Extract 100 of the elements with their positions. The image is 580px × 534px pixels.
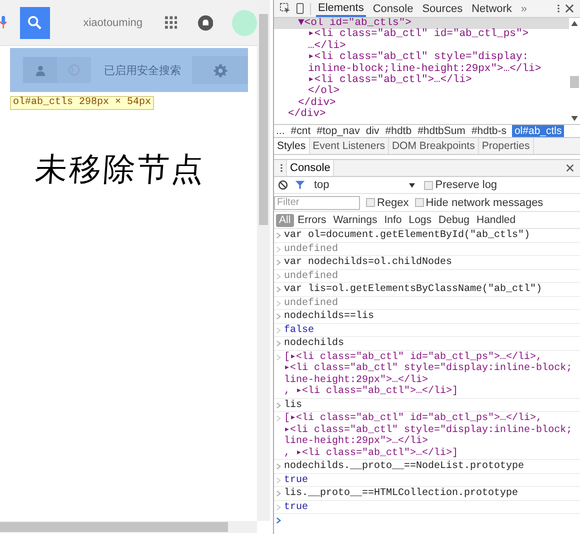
dom-tree-line[interactable]: </div>	[274, 98, 569, 110]
breadcrumb[interactable]: #cnt	[290, 125, 311, 137]
console-command: lis	[284, 400, 302, 411]
log-level-filter[interactable]: Debug	[436, 214, 472, 226]
scroll-down-arrow-icon[interactable]	[571, 116, 578, 121]
input-chevron-icon	[276, 259, 281, 266]
output-chevron-icon	[276, 354, 281, 360]
horizontal-scrollbar[interactable]	[0, 521, 257, 533]
filter-icon[interactable]	[295, 180, 305, 190]
panel-tab[interactable]: Event Listeners	[310, 138, 389, 154]
hide-network-checkbox[interactable]: Hide network messages	[414, 196, 544, 208]
dom-tree-line[interactable]: ▸<li class="ab_ctl" style="display:	[274, 52, 569, 64]
dom-tree-line[interactable]: ▸<li class="ab_ctl" id="ab_ctl_ps">	[274, 29, 569, 41]
output-chevron-icon	[276, 504, 281, 510]
close-icon[interactable]	[566, 164, 574, 172]
close-icon[interactable]	[565, 4, 574, 13]
input-chevron-icon	[276, 490, 281, 497]
scrollbar-thumb[interactable]	[570, 76, 579, 88]
console-command: nodechilds.__proto__==NodeList.prototype	[284, 461, 524, 472]
kebab-menu-icon[interactable]	[557, 3, 560, 14]
input-chevron-icon	[276, 286, 281, 293]
console-command: lis.__proto__==HTMLCollection.prototype	[284, 488, 518, 500]
console-result: true	[284, 502, 308, 513]
output-chevron-icon	[276, 246, 281, 252]
notification-bell-icon[interactable]	[198, 14, 214, 30]
console-command: var ol=document.getElementById("ab_ctls")	[284, 230, 530, 242]
console-command: nodechilds==lis	[284, 311, 374, 322]
log-level-filter[interactable]: Info	[381, 214, 405, 226]
devtools-tab[interactable]: Console	[370, 0, 416, 17]
console-result: [▸<li class="ab_ctl" id="ab_ctl_ps">…</li>,	[284, 352, 544, 362]
devtools-tab[interactable]: Network	[470, 0, 514, 17]
scroll-up-arrow-icon[interactable]	[571, 21, 578, 26]
dom-tree-line[interactable]: </ol>	[274, 86, 569, 98]
panel-tab[interactable]: Properties	[478, 138, 534, 154]
console-result: , ▸<li class="ab_ctl">…</li>]	[284, 386, 460, 398]
console-result: undefined	[284, 270, 338, 282]
gear-icon	[212, 62, 228, 78]
apps-grid-icon[interactable]	[164, 16, 177, 29]
caret-icon	[409, 182, 416, 188]
log-level-filter[interactable]: Handled	[473, 214, 519, 226]
output-chevron-icon	[276, 326, 281, 334]
breadcrumb[interactable]: #hdtb-s	[471, 125, 506, 137]
console-result: true	[284, 474, 308, 486]
devtools-tab[interactable]: Sources	[420, 0, 465, 17]
console-result: , ▸<li class="ab_ctl">…</li>]	[284, 448, 460, 459]
filter-field[interactable]: Filter	[274, 196, 360, 210]
log-level-filter[interactable]: Logs	[406, 214, 435, 226]
dom-tree-line[interactable]: …</li>	[274, 40, 569, 52]
handwritten-annotation: 未移除节点	[33, 149, 207, 190]
search-icon	[27, 15, 42, 30]
element-size-tooltip: ol#ab_ctls 298px × 54px	[10, 96, 154, 110]
output-chevron-icon	[276, 476, 281, 484]
regex-checkbox[interactable]: Regex	[366, 196, 409, 208]
inspect-icon[interactable]	[280, 3, 291, 14]
panel-tab[interactable]: Styles	[274, 138, 310, 154]
console-result: ▸<li class="ab_ctl" style="display:inline-block;	[284, 424, 572, 436]
microphone-icon[interactable]	[0, 15, 7, 30]
console-result: ▸<li class="ab_ctl" style="display:inline-block;	[284, 363, 572, 374]
kebab-menu-icon[interactable]	[280, 163, 283, 173]
username[interactable]: xiaotouming	[83, 16, 143, 28]
console-command: var lis=ol.getElementsByClassName("ab_ctl")	[284, 284, 542, 296]
console-command: nodechilds	[284, 338, 344, 350]
console-prompt-icon[interactable]	[276, 517, 281, 524]
dom-tree-line[interactable]: </div>	[274, 109, 569, 121]
output-chevron-icon	[276, 272, 281, 280]
breadcrumb[interactable]: #top_nav	[316, 125, 360, 137]
vertical-scrollbar[interactable]	[257, 0, 270, 521]
console-drawer-tab[interactable]: Console	[286, 160, 334, 176]
console-result: false	[284, 324, 314, 336]
console-result: [▸<li class="ab_ctl" id="ab_ctl_ps">…</li>,	[284, 413, 544, 424]
log-level-filter[interactable]: Warnings	[330, 214, 380, 226]
breadcrumb[interactable]: #hdtb	[385, 125, 412, 137]
console-command: var nodechilds=ol.childNodes	[284, 257, 452, 268]
search-button[interactable]	[20, 6, 50, 38]
input-chevron-icon	[276, 232, 281, 239]
breadcrumb[interactable]: div	[366, 125, 380, 137]
context-dropdown[interactable]: top	[312, 179, 418, 191]
breadcrumb[interactable]: ...	[276, 125, 285, 137]
console-result: undefined	[284, 244, 338, 255]
person-icon	[34, 64, 46, 76]
console-result: line-height:29px">…</li>	[284, 374, 430, 386]
output-chevron-icon	[276, 415, 281, 422]
log-level-filter[interactable]: Errors	[294, 214, 330, 226]
more-tabs-button[interactable]: »	[518, 0, 530, 17]
breadcrumb[interactable]: ol#ab_ctls	[512, 125, 564, 137]
input-chevron-icon	[276, 313, 281, 320]
input-chevron-icon	[276, 402, 281, 408]
console-result: undefined	[284, 298, 338, 309]
breadcrumb[interactable]: #hdtbSum	[418, 125, 466, 137]
preserve-log-checkbox[interactable]: Preserve log	[424, 179, 498, 191]
console-result: line-height:29px">…</li>	[284, 436, 430, 448]
input-chevron-icon	[276, 340, 281, 347]
clear-console-icon[interactable]	[278, 180, 288, 190]
dom-tree-line[interactable]: ▸<li class="ab_ctl">…</li>	[274, 75, 569, 86]
panel-tab[interactable]: DOM Breakpoints	[388, 138, 479, 154]
input-chevron-icon	[276, 463, 281, 470]
dom-tree-line[interactable]: inline-block;line-height:29px">…</li>	[274, 64, 569, 76]
output-chevron-icon	[276, 300, 281, 306]
device-icon[interactable]	[296, 3, 305, 14]
safe-search-label: 已启用安全搜索	[104, 64, 182, 78]
